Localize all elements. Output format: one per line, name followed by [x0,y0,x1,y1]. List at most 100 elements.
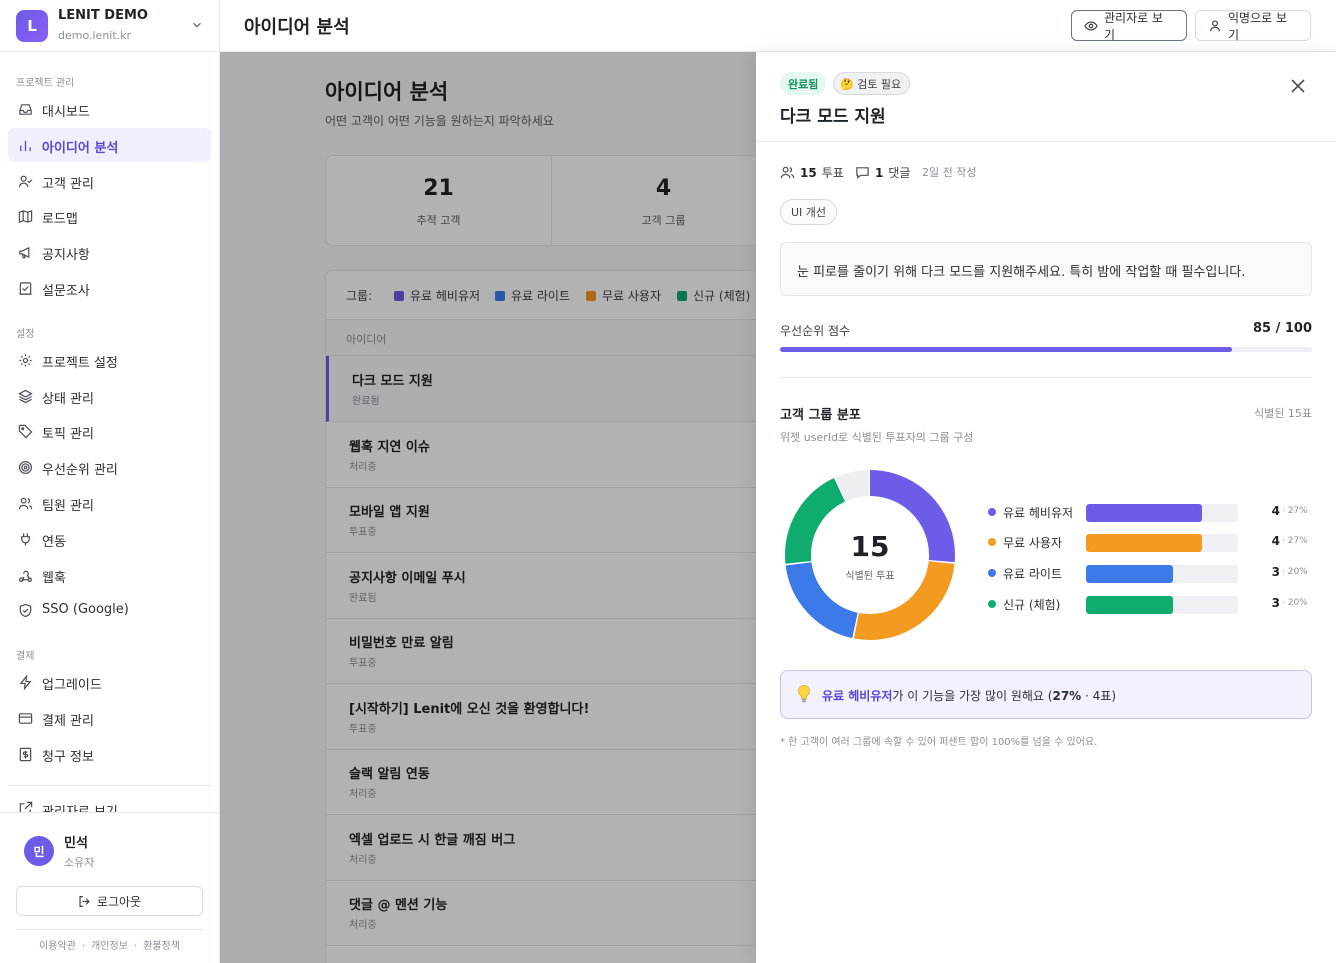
insight-group: 유료 헤비유저 [822,689,893,703]
sidebar-item-label: 우선순위 관리 [42,463,118,478]
priority-label: 우선순위 점수 [780,324,851,338]
eye-icon [1084,20,1098,31]
sidebar-item-label: 결제 관리 [42,714,94,729]
group-percent: · 27% [1282,506,1308,516]
megaphone-icon [19,246,30,259]
layers-icon [18,389,33,404]
sidebar-item-announcements[interactable]: 공지사항 [8,235,211,269]
footer-divider [16,929,203,930]
group-percent: · 20% [1282,598,1308,608]
sidebar-item-sso[interactable]: SSO (Google) [8,593,211,627]
webhook-icon [18,570,33,583]
bolt-icon [19,675,32,690]
admin-view-button[interactable]: 관리자로 보기 [1071,10,1187,42]
sidebar-item-label: 상태 관리 [42,392,94,407]
vote-unit: 투표 [821,166,844,180]
close-icon[interactable] [1288,76,1308,96]
sidebar-item-label: 청구 정보 [42,750,94,765]
sidebar-item-priority[interactable]: 우선순위 관리 [8,450,211,484]
comment-count: 1 댓글 [855,164,910,181]
user-panel: 민 민석 소유자 로그아웃 이용약관 · 개인정보 · 환불정책 [0,812,219,963]
sidebar-item-invoices[interactable]: 청구 정보 [8,737,211,771]
sidebar-item-topics[interactable]: 토픽 관리 [8,414,211,448]
sidebar-item-idea-analysis[interactable]: 아이디어 분석 [8,128,211,162]
insight-tail: · 4표) [1081,689,1117,703]
insight-callout: 유료 헤비유저가 이 기능을 가장 많이 원해요 (27% · 4표) [780,670,1312,719]
group-bar-row: 신규 (체험) 3 · 20% [988,594,1312,616]
top-header: 아이디어 분석 관리자로 보기 익명으로 보기 [220,0,1336,52]
sidebar-item-team[interactable]: 팀원 관리 [8,486,211,520]
priority-bar-fill [780,347,1233,352]
group-bar-track [1086,504,1238,522]
terms-link[interactable]: 이용약관 [39,941,76,952]
header-title: 아이디어 분석 [244,17,350,38]
distribution-count: 식별된 15표 [1254,407,1312,420]
topic-tag[interactable]: UI 개선 [780,199,838,225]
group-name: 유료 라이트 [1003,567,1063,581]
sidebar-item-project-settings[interactable]: 프로젝트 설정 [8,343,211,377]
logout-button[interactable]: 로그아웃 [16,886,203,916]
logout-icon [79,895,90,907]
sidebar-item-customers[interactable]: 고객 관리 [8,164,211,198]
sidebar-item-upgrade[interactable]: 업그레이드 [8,665,211,699]
anonymous-view-label: 익명으로 보기 [1227,10,1287,42]
group-percent: · 20% [1282,567,1308,577]
sidebar-item-label: 고객 관리 [42,177,94,192]
sidebar-item-dashboard[interactable]: 대시보드 [8,92,211,126]
external-link-icon [19,801,33,812]
group-dot [988,508,996,516]
insight-percent: 27% [1052,689,1082,703]
footer-links: 이용약관 · 개인정보 · 환불정책 [0,937,219,952]
idea-description: 눈 피로를 줄이기 위해 다크 모드를 지원해주세요. 특히 밤에 작업할 때 … [780,242,1312,296]
sidebar-item-roadmap[interactable]: 로드맵 [8,199,211,233]
sidebar-item-label: 공지사항 [42,248,90,263]
insight-text: 유료 헤비유저가 이 기능을 가장 많이 원해요 (27% · 4표) [822,687,1116,704]
org-switcher[interactable]: L LENIT DEMO demo.lenit.kr [0,0,219,52]
user-role: 소유자 [64,856,95,869]
lightbulb-icon [798,685,810,703]
users-icon [780,166,795,179]
anonymous-view-button[interactable]: 익명으로 보기 [1195,10,1311,42]
group-dot [988,569,996,577]
tag-icon [18,424,33,439]
sidebar-item-label: 설문조사 [42,284,90,299]
group-count: 4 [1271,534,1280,548]
sidebar-item-billing[interactable]: 결제 관리 [8,701,211,735]
group-percent: · 27% [1282,536,1308,546]
refund-link[interactable]: 환불정책 [143,941,180,952]
drawer-divider [756,141,1336,142]
group-bar-row: 유료 라이트 3 · 20% [988,563,1312,585]
sidebar-item-label: 로드맵 [42,212,78,227]
sidebar-item-integrations[interactable]: 연동 [8,522,211,556]
group-bar-row: 유료 헤비유저 4 · 27% [988,502,1312,524]
description-text: 눈 피로를 줄이기 위해 다크 모드를 지원해주세요. 특히 밤에 작업할 때 … [797,265,1246,280]
drawer-title: 다크 모드 지원 [780,107,886,127]
group-bar-row: 무료 사용자 4 · 27% [988,532,1312,554]
sidebar-item-label: 팀원 관리 [42,499,94,514]
sidebar-item-admin-view[interactable]: 관리자로 보기 [8,795,211,812]
plug-icon [21,533,30,546]
org-name: LENIT DEMO [58,8,148,23]
card-icon [18,713,33,724]
separator: · [133,941,138,952]
donut-caption: 식별된 투표 [845,571,895,582]
footnote: * 한 고객이 여러 그룹에 속할 수 있어 퍼센트 합이 100%를 넘을 수… [780,737,1098,748]
modal-backdrop[interactable] [220,52,756,963]
group-count: 3 [1271,565,1280,579]
shield-icon [19,603,32,618]
distribution-title: 고객 그룹 분포 [780,408,861,423]
privacy-link[interactable]: 개인정보 [91,941,128,952]
comment-unit: 댓글 [888,166,911,180]
review-badge[interactable]: 🤔 검토 필요 [833,72,911,95]
receipt-icon [19,747,32,762]
group-dot [988,538,996,546]
sidebar-item-status[interactable]: 상태 관리 [8,379,211,413]
sidebar: L LENIT DEMO demo.lenit.kr 프로젝트 관리 대시보드 … [0,0,220,963]
chevron-down-icon [193,22,201,28]
logout-label: 로그아웃 [96,894,142,909]
sidebar-item-webhooks[interactable]: 웹훅 [8,558,211,592]
bar-chart-icon [20,140,31,152]
sidebar-item-surveys[interactable]: 설문조사 [8,271,211,305]
sidebar-divider [8,785,211,786]
status-badge: 완료됨 [780,72,827,95]
